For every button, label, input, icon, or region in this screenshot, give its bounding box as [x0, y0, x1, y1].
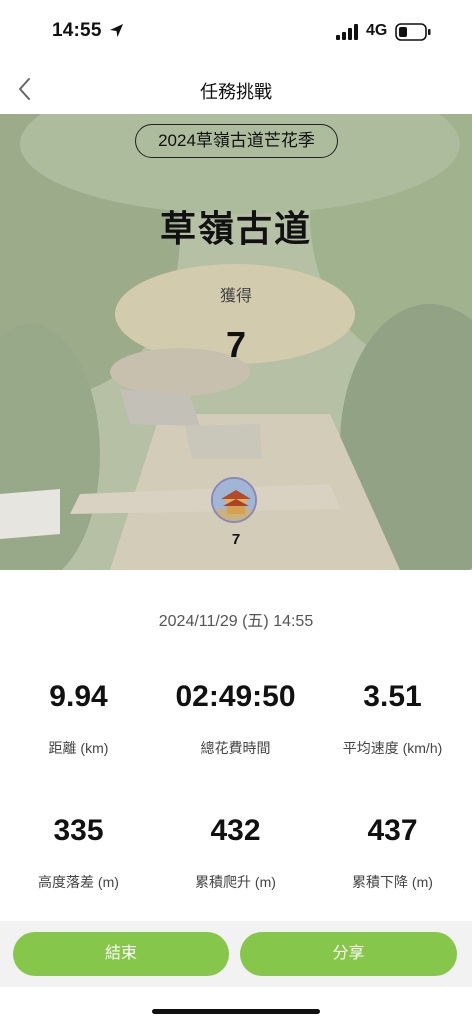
badge-avatar[interactable]	[211, 477, 257, 523]
stat-value: 9.94	[49, 680, 108, 713]
stat-label: 平均速度 (km/h)	[342, 740, 443, 756]
earned-label: 獲得	[219, 288, 252, 305]
battery-icon	[395, 23, 431, 41]
nav-bar: 任務挑戰	[0, 64, 472, 114]
stat-distance: 9.94 距離 (km)	[0, 680, 157, 758]
end-button[interactable]: 結束	[13, 932, 229, 976]
route-name: 草嶺古道	[159, 208, 312, 249]
share-button[interactable]: 分享	[240, 932, 457, 976]
event-name-pill: 2024草嶺古道芒花季	[135, 124, 338, 158]
record-date: 2024/11/29 (五) 14:55	[158, 613, 314, 630]
stat-value: 432	[210, 814, 261, 847]
stat-value: 02:49:50	[175, 680, 296, 713]
stat-label: 累積爬升 (m)	[195, 874, 276, 890]
badge-count: 7	[231, 531, 241, 548]
signal-icon	[336, 24, 358, 40]
stat-value: 335	[53, 814, 104, 847]
stat-value: 3.51	[363, 680, 422, 713]
bottom-action-bar: 結束 分享	[0, 921, 472, 987]
stat-label: 高度落差 (m)	[38, 874, 119, 890]
stat-total-time: 02:49:50 總花費時間	[157, 680, 314, 758]
status-time: 14:55	[52, 20, 102, 41]
stat-total-ascent: 432 累積爬升 (m)	[157, 814, 314, 892]
status-bar: 14:55 4G	[0, 0, 472, 64]
stat-label: 距離 (km)	[48, 740, 109, 756]
page-title: 任務挑戰	[200, 82, 272, 102]
stat-average-speed: 3.51 平均速度 (km/h)	[314, 680, 471, 758]
network-label: 4G	[366, 22, 388, 39]
earned-value: 7	[225, 324, 247, 365]
stat-elevation-difference: 335 高度落差 (m)	[0, 814, 157, 892]
stat-value: 437	[367, 814, 418, 847]
stat-label: 累積下降 (m)	[352, 874, 433, 890]
stat-label: 總花費時間	[200, 740, 271, 756]
home-indicator	[152, 1009, 320, 1014]
stat-total-descent: 437 累積下降 (m)	[314, 814, 471, 892]
location-arrow-icon	[109, 23, 124, 38]
hero-banner: 2024草嶺古道芒花季 草嶺古道 獲得 7 7	[0, 114, 472, 570]
